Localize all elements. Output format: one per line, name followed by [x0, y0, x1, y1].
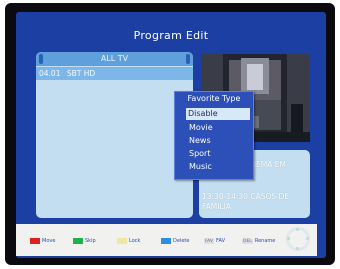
navigation-ring-icon	[286, 227, 310, 251]
channel-number: 04.01	[39, 69, 61, 78]
next-program-title: CASOS DE	[250, 192, 290, 201]
next-program-time: 13:30-14:30	[202, 192, 248, 201]
group-prev-arrow-icon[interactable]	[39, 54, 43, 64]
next-program-line: 13:30-14:30 CASOS DE	[202, 192, 289, 202]
nav-right-dot	[306, 237, 309, 240]
favorite-option-movie[interactable]: Movie	[187, 122, 247, 134]
lock-key-label: Lock	[129, 238, 141, 244]
favorite-type-menu: Favorite Type Disable Movie News Sport M…	[174, 91, 254, 180]
favorite-option-music[interactable]: Music	[187, 161, 247, 173]
nav-left-dot	[287, 237, 290, 240]
favorite-menu-title: Favorite Type	[187, 94, 241, 103]
fav-key-hint[interactable]: FAV FAV	[204, 236, 225, 246]
rename-key-hint[interactable]: DEL Rename	[242, 236, 275, 246]
channel-list-panel: ALL TV 04.01 SBT HD	[36, 52, 193, 218]
move-key-label: Move	[42, 238, 56, 244]
page-title: Program Edit	[133, 29, 209, 42]
blue-key-swatch	[161, 238, 171, 244]
favorite-option-disable[interactable]: Disable	[186, 108, 250, 120]
channel-name: SBT HD	[66, 69, 96, 78]
group-next-arrow-icon[interactable]	[186, 54, 190, 64]
fav-key-tag: FAV	[204, 238, 215, 244]
channel-group-header[interactable]: ALL TV	[36, 52, 193, 66]
program-edit-screen: Program Edit ALL TV 04.01 SBT HD CINEMA …	[16, 12, 326, 258]
delete-key-label: Delete	[173, 238, 190, 244]
channel-row[interactable]: 04.01 SBT HD	[36, 67, 193, 80]
lock-key-hint[interactable]: Lock	[117, 236, 140, 246]
rename-key-label: Rename	[254, 238, 276, 244]
yellow-key-swatch	[117, 238, 127, 244]
skip-key-hint[interactable]: Skip	[73, 236, 96, 246]
channel-group-label: ALL TV	[100, 54, 129, 63]
move-key-hint[interactable]: Move	[30, 236, 55, 246]
next-program-title-cont: FAMILIA	[202, 202, 231, 211]
key-hint-bar: Move Skip Lock Delete FAV FAV DEL Rename	[16, 224, 317, 256]
green-key-swatch	[73, 238, 83, 244]
red-key-swatch	[30, 238, 40, 244]
rename-key-tag: DEL	[242, 238, 253, 244]
fav-key-label: FAV	[216, 238, 225, 244]
delete-key-hint[interactable]: Delete	[161, 236, 189, 246]
favorite-option-sport[interactable]: Sport	[187, 148, 247, 160]
nav-up-dot	[296, 228, 299, 231]
favorite-option-news[interactable]: News	[187, 135, 247, 147]
skip-key-label: Skip	[85, 238, 96, 244]
nav-down-dot	[296, 247, 299, 250]
